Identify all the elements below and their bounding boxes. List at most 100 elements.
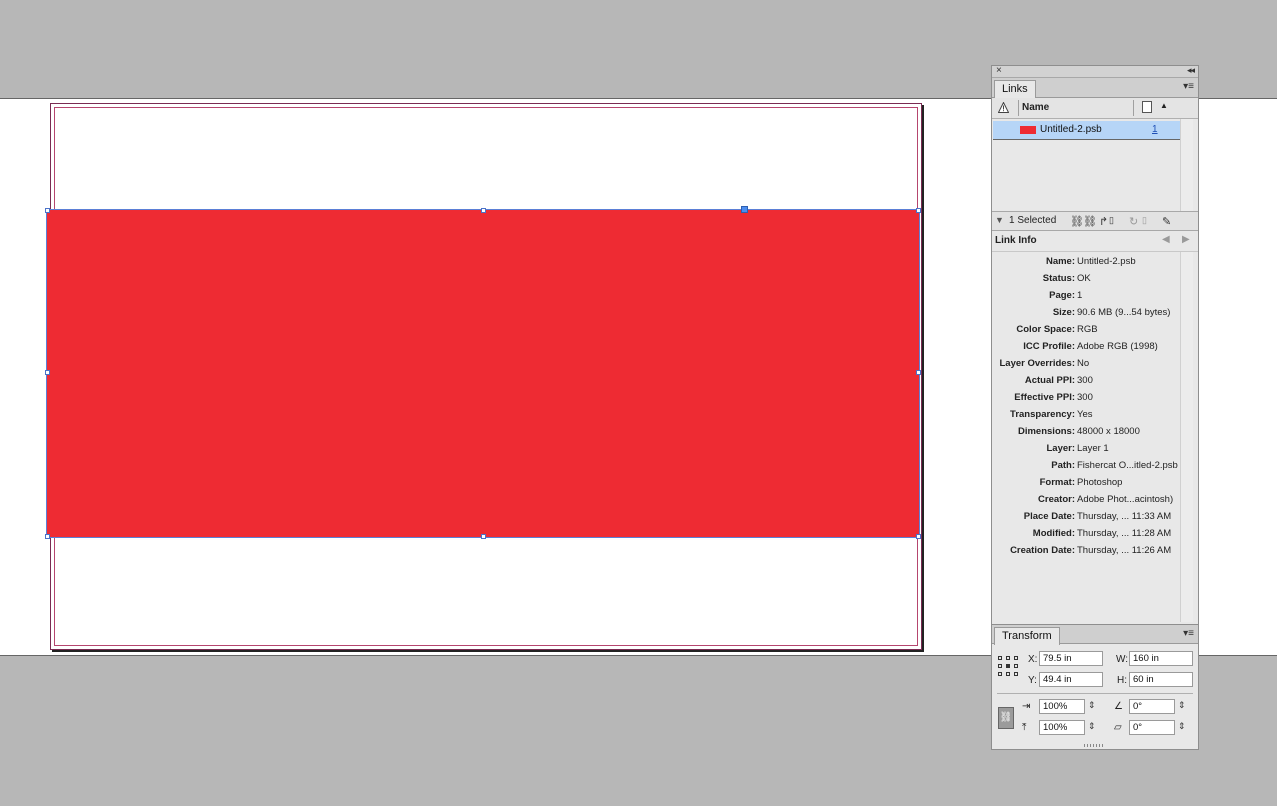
w-label: W: [1116, 654, 1129, 665]
handle-bottom-left[interactable] [45, 534, 50, 539]
link-info-value: Thursday, ... 11:26 AM [1077, 545, 1172, 556]
handle-middle-right[interactable] [916, 370, 921, 375]
reference-point-icon[interactable] [998, 656, 1018, 676]
h-label: H: [1117, 675, 1127, 686]
link-info-value: Layer 1 [1077, 443, 1109, 454]
tab-links[interactable]: Links [994, 80, 1036, 98]
link-info-title: Link Info [995, 235, 1037, 246]
handle-top-left[interactable] [45, 208, 50, 213]
link-info-label: Page: [1049, 290, 1075, 301]
shear-field[interactable]: 0° [1129, 720, 1175, 735]
link-info-row: Dimensions: 48000 x 18000 [992, 426, 1182, 443]
height-field[interactable]: 60 in [1129, 672, 1193, 687]
handle-bottom-middle[interactable] [481, 534, 486, 539]
link-info-list: Name: Untitled-2.psb Status: OK Page: 1 Size: 9… [992, 252, 1198, 622]
rotation-field[interactable]: 0° [1129, 699, 1175, 714]
link-info-label: Format: [1039, 477, 1075, 488]
edit-original-icon[interactable]: ▯ [1142, 215, 1147, 226]
shear-stepper[interactable]: ⇕ [1178, 721, 1186, 732]
placed-image-frame[interactable] [46, 209, 920, 538]
link-info-value: Adobe RGB (1998) [1077, 341, 1158, 352]
links-column-header: Name ▲ [992, 98, 1198, 119]
link-info-value: Photoshop [1077, 477, 1123, 488]
link-info-label: Actual PPI: [1024, 375, 1075, 386]
column-name[interactable]: Name [1022, 102, 1049, 113]
link-info-label: Dimensions: [1017, 426, 1075, 437]
links-scrollbar[interactable] [1180, 119, 1193, 211]
sort-ascending-icon[interactable]: ▲ [1160, 101, 1168, 110]
link-info-label: Color Space: [1016, 324, 1075, 335]
resize-grip[interactable] [1084, 744, 1104, 747]
link-info-label: Size: [1052, 307, 1075, 318]
link-info-label: Effective PPI: [1014, 392, 1075, 403]
link-info-row: Name: Untitled-2.psb [992, 256, 1182, 273]
y-label: Y: [1028, 675, 1037, 686]
pencil-icon[interactable]: ✎ [1162, 215, 1171, 228]
update-link-icon[interactable]: ↻ [1129, 215, 1138, 228]
link-info-label: Name: [1045, 256, 1075, 267]
transform-divider [997, 693, 1193, 694]
links-list: Untitled-2.psb 1 [992, 119, 1198, 211]
scale-x-icon: ⇥ [1022, 701, 1031, 712]
scale-y-field[interactable]: 100% [1039, 720, 1085, 735]
link-info-label: Path: [1051, 460, 1075, 471]
rotation-stepper[interactable]: ⇕ [1178, 700, 1186, 711]
close-icon[interactable]: × [996, 65, 1002, 76]
page-column-icon[interactable] [1142, 101, 1152, 113]
handle-top-middle[interactable] [481, 208, 486, 213]
link-info-value: 300 [1077, 375, 1093, 386]
link-info-value: RGB [1077, 324, 1098, 335]
link-info-row: Place Date: Thursday, ... 11:33 AM [992, 511, 1182, 528]
link-info-row: Page: 1 [992, 290, 1182, 307]
width-field[interactable]: 160 in [1129, 651, 1193, 666]
link-info-label: Modified: [1032, 528, 1075, 539]
scale-y-stepper[interactable]: ⇕ [1088, 721, 1096, 732]
go-to-link-icon[interactable]: ↱ [1099, 215, 1108, 228]
link-info-row: Actual PPI: 300 [992, 375, 1182, 392]
links-footer: ▼ 1 Selected ⛓ ⛓ ↱ ▯ ↻ ▯ ✎ [992, 211, 1198, 231]
panel-menu-icon[interactable]: ▾≡ [1183, 628, 1194, 639]
disclosure-triangle-icon[interactable]: ▼ [995, 215, 1004, 225]
next-link-icon[interactable]: ▶ [1182, 234, 1190, 245]
link-info-value: Fishercat O...itled-2.psb [1077, 460, 1178, 471]
scale-x-stepper[interactable]: ⇕ [1088, 700, 1096, 711]
selected-count: 1 Selected [1009, 215, 1057, 226]
tab-transform[interactable]: Transform [994, 627, 1060, 645]
link-page-number[interactable]: 1 [1152, 124, 1158, 135]
y-position-field[interactable]: 49.4 in [1039, 672, 1103, 687]
link-info-value: Thursday, ... 11:33 AM [1077, 511, 1172, 522]
panel-menu-icon[interactable]: ▾≡ [1183, 81, 1194, 92]
scale-x-field[interactable]: 100% [1039, 699, 1085, 714]
link-info-value: 1 [1077, 290, 1083, 301]
collapse-icon[interactable]: ◂◂ [1187, 65, 1195, 76]
transform-panel: Transform ▾≡ X: 79.5 in W: 160 in Y: 49.… [991, 624, 1199, 750]
previous-link-icon[interactable]: ◀ [1162, 234, 1170, 245]
link-info-label: Layer Overrides: [999, 358, 1075, 369]
constrain-proportions-icon[interactable]: ⛓ [998, 707, 1014, 729]
go-to-link-page-icon[interactable]: ▯ [1109, 215, 1114, 226]
x-position-field[interactable]: 79.5 in [1039, 651, 1103, 666]
handle-middle-left[interactable] [45, 370, 50, 375]
link-info-row: Creation Date: Thursday, ... 11:26 AM [992, 545, 1182, 562]
relink-to-cc-icon[interactable]: ⛓ [1070, 215, 1084, 228]
link-info-value: Thursday, ... 11:28 AM [1077, 528, 1172, 539]
link-row-selected[interactable]: Untitled-2.psb 1 [993, 121, 1180, 140]
link-info-row: Transparency: Yes [992, 409, 1182, 426]
panel-titlebar: × ◂◂ [992, 65, 1198, 78]
link-info-row: Layer Overrides: No [992, 358, 1182, 375]
scale-y-icon: ⤒ [1022, 722, 1027, 733]
link-info-row: Layer: Layer 1 [992, 443, 1182, 460]
link-info-row: ICC Profile: Adobe RGB (1998) [992, 341, 1182, 358]
content-grabber[interactable] [741, 206, 748, 213]
link-info-label: Transparency: [1010, 409, 1075, 420]
warning-icon[interactable] [998, 102, 1009, 113]
relink-icon[interactable]: ⛓ [1083, 215, 1097, 228]
handle-bottom-right[interactable] [916, 534, 921, 539]
link-info-label: Status: [1042, 273, 1075, 284]
link-info-label: Place Date: [1023, 511, 1075, 522]
column-divider [1018, 100, 1019, 116]
handle-top-right[interactable] [916, 208, 921, 213]
link-info-value: 300 [1077, 392, 1093, 403]
link-info-value: No [1077, 358, 1090, 369]
link-info-label: Creation Date: [1010, 545, 1075, 556]
